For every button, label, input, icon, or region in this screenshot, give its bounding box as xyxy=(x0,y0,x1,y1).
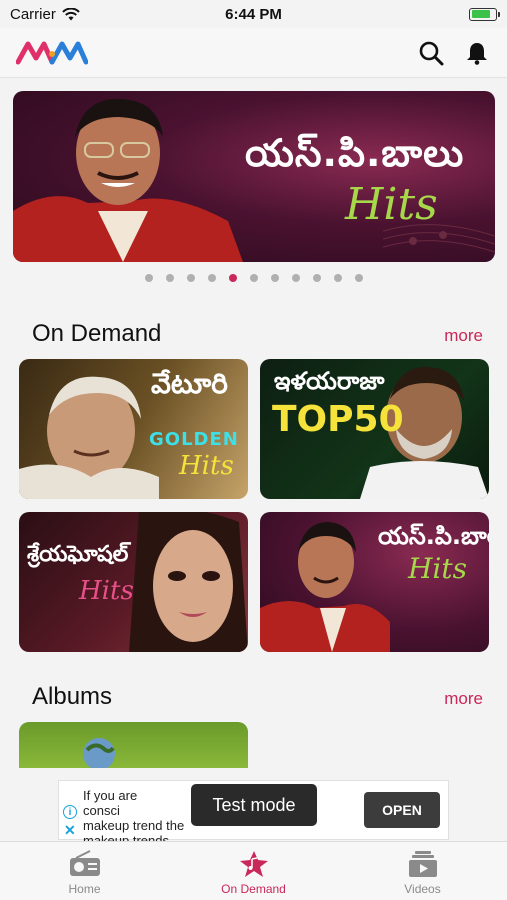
on-demand-card[interactable]: శ్రేయఘోషల్ Hits xyxy=(19,512,248,652)
banner-title: యస్.పి.బాలు xyxy=(245,131,465,175)
status-bar: Carrier 6:44 PM xyxy=(0,0,507,28)
on-demand-card[interactable]: వేటూరి GOLDEN Hits xyxy=(19,359,248,499)
card-title-en: GOLDEN xyxy=(149,429,239,450)
singer-photo xyxy=(19,376,159,499)
info-icon[interactable]: i xyxy=(63,805,77,819)
carousel-dot[interactable] xyxy=(249,274,258,282)
search-button[interactable] xyxy=(417,39,445,67)
singer-photo xyxy=(13,98,243,262)
carousel-indicator[interactable] xyxy=(0,274,507,282)
card-subtitle: Hits xyxy=(179,451,234,481)
card-title: శ్రేయఘోషల్ xyxy=(27,542,129,567)
carousel-dot[interactable] xyxy=(312,274,321,282)
tab-label: Videos xyxy=(404,882,441,896)
bottom-tab-bar: Home On Demand Videos xyxy=(0,841,507,900)
singer-photo xyxy=(129,512,248,652)
card-title: వేటూరి xyxy=(151,367,228,400)
search-icon xyxy=(419,41,444,65)
radio-icon xyxy=(69,850,100,876)
section-title: On Demand xyxy=(32,320,162,347)
ad-open-button[interactable]: OPEN xyxy=(364,792,440,828)
carousel-dot[interactable] xyxy=(207,274,216,282)
music-notes-decoration xyxy=(383,224,495,253)
tab-videos[interactable]: Videos xyxy=(338,842,507,900)
card-title: యస్.పి.బాలు xyxy=(378,522,489,550)
carousel-dot[interactable] xyxy=(144,274,153,282)
carousel-dot[interactable] xyxy=(186,274,195,282)
notifications-button[interactable] xyxy=(463,39,491,67)
carousel-dot[interactable] xyxy=(270,274,279,282)
tab-label: Home xyxy=(68,882,101,896)
close-icon[interactable]: ✕ xyxy=(64,822,76,839)
card-subtitle: Hits xyxy=(79,576,134,606)
singer-photo xyxy=(260,522,390,652)
card-subtitle: Hits xyxy=(408,552,467,585)
header-actions xyxy=(417,39,491,67)
star-note-icon xyxy=(239,851,268,877)
card-title-en: TOP50 xyxy=(272,399,404,440)
bell-icon xyxy=(467,42,487,65)
wifi-icon xyxy=(62,7,80,20)
tab-home[interactable]: Home xyxy=(0,842,169,900)
album-card[interactable] xyxy=(19,722,248,768)
card-title: ఇళయరాజా xyxy=(274,367,385,395)
carousel-dot[interactable] xyxy=(354,274,363,282)
on-demand-card[interactable]: యస్.పి.బాలు Hits xyxy=(260,512,489,652)
tab-label: On Demand xyxy=(221,882,286,896)
test-mode-badge: Test mode xyxy=(191,784,317,826)
albums-header: Albums more xyxy=(0,683,507,711)
carousel-dot[interactable] xyxy=(333,274,342,282)
on-demand-card[interactable]: ఇళయరాజా TOP50 xyxy=(260,359,489,499)
section-title: Albums xyxy=(32,683,113,710)
on-demand-header: On Demand more xyxy=(0,320,507,348)
featured-banner[interactable]: యస్.పి.బాలు Hits xyxy=(13,91,495,262)
tab-on-demand[interactable]: On Demand xyxy=(169,842,338,900)
status-left: Carrier xyxy=(10,6,80,23)
carousel-dot[interactable] xyxy=(291,274,300,282)
album-artwork xyxy=(83,738,115,768)
video-stack-icon xyxy=(408,851,437,877)
more-link[interactable]: more xyxy=(444,326,483,346)
carrier-label: Carrier xyxy=(10,5,56,23)
app-screen: Carrier 6:44 PM యస్.పి.బాలు Hits On Dema… xyxy=(0,0,507,900)
carousel-dot-active[interactable] xyxy=(228,274,237,282)
carousel-dot[interactable] xyxy=(165,274,174,282)
more-link[interactable]: more xyxy=(444,689,483,709)
battery-icon xyxy=(469,7,500,21)
app-logo[interactable] xyxy=(16,38,88,68)
app-header xyxy=(0,28,507,78)
